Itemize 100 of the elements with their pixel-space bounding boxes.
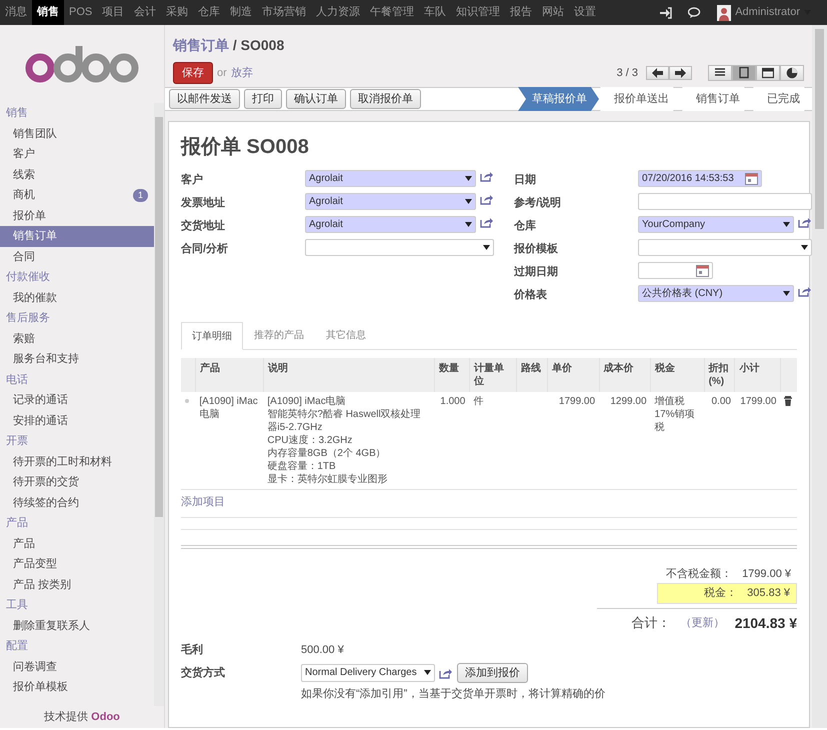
date-field[interactable]: [638, 262, 713, 279]
dropdown-field[interactable]: 公共价格表 (CNY): [638, 285, 794, 302]
column-header: 税金: [650, 358, 704, 392]
action-button[interactable]: 取消报价单: [350, 88, 421, 110]
next-button[interactable]: [669, 66, 692, 80]
view-switch-button[interactable]: [780, 65, 804, 81]
add-to-quote-button[interactable]: 添加到报价: [457, 662, 528, 683]
sidebar-item[interactable]: 索赔: [0, 328, 154, 349]
sidebar-item[interactable]: 待开票的交货: [0, 472, 154, 492]
menu-item[interactable]: 消息: [0, 0, 32, 25]
field-label: 发票地址: [181, 196, 226, 211]
scrollbar[interactable]: [812, 25, 827, 728]
logo[interactable]: [24, 44, 140, 84]
dropdown-field[interactable]: [638, 239, 812, 256]
update-link[interactable]: （更新）: [680, 614, 725, 632]
field-label: 交货地址: [181, 218, 226, 234]
chart-view-icon: [786, 67, 798, 79]
sidebar-item[interactable]: 客户: [0, 144, 154, 164]
view-switch-button[interactable]: [756, 65, 780, 81]
sign-in-icon[interactable]: [659, 6, 672, 18]
previous-button[interactable]: [646, 66, 669, 80]
menu-item[interactable]: 项目: [97, 0, 130, 25]
field-label: 客户: [181, 172, 204, 188]
chat-icon[interactable]: [688, 6, 702, 18]
dropdown-field[interactable]: YourCompany: [638, 216, 794, 233]
menu-item[interactable]: 仓库: [193, 0, 226, 25]
menu-item[interactable]: POS: [64, 0, 98, 25]
drag-handle[interactable]: [185, 399, 189, 404]
table-cell: 1.000: [434, 392, 470, 489]
date-field[interactable]: 07/20/2016 14:53:53: [638, 170, 762, 187]
sidebar-item[interactable]: 删除重复联系人: [0, 616, 154, 636]
grand-total-value: 2104.83 ¥: [734, 614, 797, 632]
action-button[interactable]: 打印: [244, 88, 282, 110]
sidebar-item[interactable]: 服务台和支持: [0, 349, 154, 370]
sidebar-item[interactable]: 我的催款: [0, 288, 154, 308]
powered-by-text: 技术提供 Odoo: [43, 710, 121, 724]
menu-item[interactable]: 会计: [129, 0, 162, 25]
external-link-icon[interactable]: [480, 170, 494, 182]
sidebar-item[interactable]: 合同: [0, 246, 154, 267]
tab[interactable]: 推荐的产品: [243, 322, 315, 349]
menu-item[interactable]: 设置: [569, 0, 602, 25]
caret-icon: [465, 175, 472, 182]
menu-item[interactable]: 网站: [537, 0, 570, 25]
caret-icon: [424, 669, 431, 676]
sidebar-item[interactable]: 商机 1: [0, 185, 154, 206]
tab[interactable]: 其它信息: [315, 322, 377, 349]
menu-item[interactable]: 销售: [32, 0, 64, 25]
menu-item[interactable]: 采购: [161, 0, 194, 25]
action-button[interactable]: 以邮件发送: [169, 88, 240, 110]
input-field[interactable]: [638, 193, 812, 210]
pager-text: 3 / 3: [616, 66, 638, 81]
menu-item[interactable]: 制造: [225, 0, 258, 25]
discard-link[interactable]: 放弃: [230, 64, 253, 82]
action-button[interactable]: 确认订单: [286, 88, 346, 110]
external-link-icon[interactable]: [480, 193, 494, 205]
dropdown-field[interactable]: Agrolait: [305, 216, 476, 233]
status-stage[interactable]: 草稿报价单: [518, 87, 599, 111]
calendar-icon[interactable]: [745, 172, 758, 185]
section-heading: 销售: [5, 106, 29, 121]
external-link-icon[interactable]: [480, 216, 494, 228]
dropdown-field[interactable]: Agrolait: [305, 193, 476, 210]
sidebar-item[interactable]: 产品变型: [0, 554, 154, 574]
scrollbar[interactable]: [154, 103, 164, 706]
sidebar-item[interactable]: 待开票的工时和材料: [0, 452, 154, 472]
caret-icon: [801, 244, 808, 251]
menu-item[interactable]: 市场营销: [257, 0, 312, 25]
trash-icon[interactable]: [784, 396, 792, 406]
sidebar-item[interactable]: 记录的通话: [0, 390, 154, 410]
sidebar-item[interactable]: 待续签的合约: [0, 492, 154, 513]
user-menu[interactable]: Administrator: [717, 4, 811, 21]
field-label: 过期日期: [514, 264, 559, 280]
menu-item[interactable]: 人力资源: [311, 0, 366, 25]
calendar-icon[interactable]: [696, 264, 709, 277]
field-label: 参考/说明: [514, 196, 562, 211]
dropdown-field[interactable]: Agrolait: [305, 170, 476, 187]
save-button[interactable]: 保存: [173, 62, 213, 84]
dropdown-field[interactable]: [305, 239, 494, 256]
sidebar-item[interactable]: 销售团队: [0, 124, 154, 144]
menu-item[interactable]: 车队: [419, 0, 452, 25]
list-view-icon: [714, 67, 726, 79]
add-item-link[interactable]: 添加项目: [181, 496, 225, 508]
external-link-icon[interactable]: [798, 216, 812, 228]
menu-item[interactable]: 知识管理: [451, 0, 506, 25]
sidebar-item[interactable]: 安排的通话: [0, 410, 154, 431]
view-switch-button[interactable]: [732, 65, 756, 81]
sidebar-item[interactable]: 线索: [0, 164, 154, 185]
sidebar-item[interactable]: 销售订单: [0, 226, 154, 246]
sidebar-item[interactable]: 报价单: [0, 206, 154, 226]
menu-item[interactable]: 午餐管理: [365, 0, 420, 25]
external-link-icon[interactable]: [798, 285, 812, 297]
tab[interactable]: 订单明细: [181, 322, 243, 350]
sidebar-item[interactable]: 产品: [0, 534, 154, 554]
view-switch-button[interactable]: [708, 65, 732, 81]
sidebar-item[interactable]: 问卷调查: [0, 656, 154, 677]
external-link-icon[interactable]: [439, 666, 453, 679]
sidebar-item[interactable]: 报价单模板: [0, 677, 154, 698]
dropdown-field[interactable]: Normal Delivery Charges: [301, 664, 435, 682]
sidebar-item[interactable]: 产品 按类别: [0, 574, 154, 595]
menu-item[interactable]: 报告: [505, 0, 538, 25]
table-cell: 件: [469, 392, 517, 489]
